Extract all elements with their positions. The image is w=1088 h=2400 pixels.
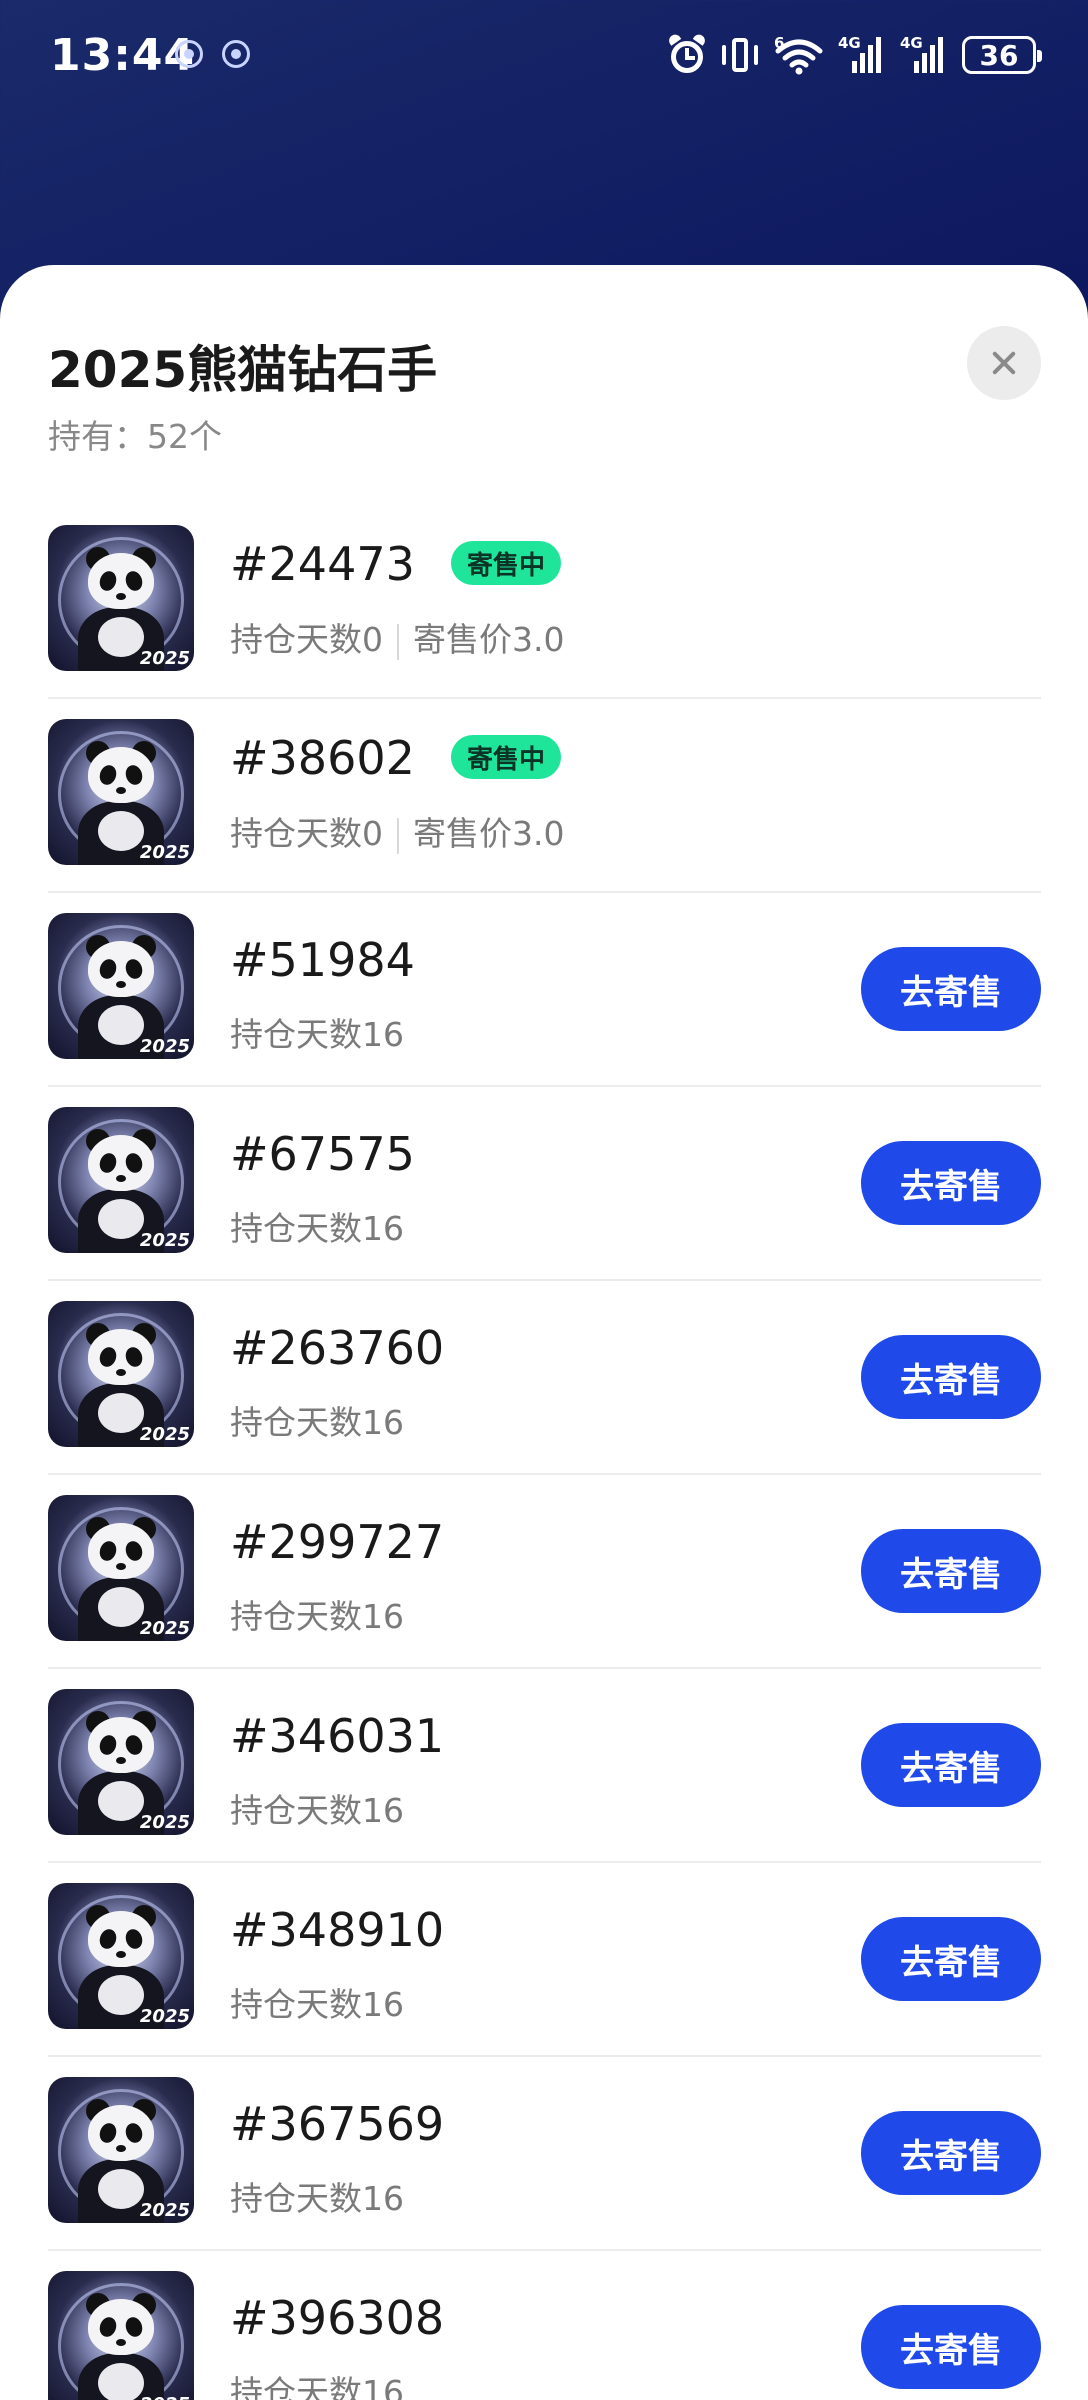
thumbnail-year: 2025 bbox=[139, 2200, 190, 2221]
thumbnail-year: 2025 bbox=[139, 1036, 190, 1057]
signal-icon: 4G bbox=[900, 35, 948, 75]
hold-days: 持仓天数16 bbox=[230, 1403, 404, 1442]
item-id: #24473 bbox=[230, 537, 415, 591]
list-item[interactable]: 2025 #299727 去寄售持仓天数16 bbox=[48, 1475, 1041, 1669]
battery-icon: 36 bbox=[962, 36, 1042, 74]
thumbnail-year: 2025 bbox=[139, 2006, 190, 2027]
hold-days: 持仓天数16 bbox=[230, 2179, 404, 2218]
item-meta: 持仓天数16 bbox=[230, 2366, 404, 2400]
panda-nft-thumbnail: 2025 bbox=[48, 1495, 194, 1641]
close-button[interactable] bbox=[967, 326, 1041, 400]
item-meta: 持仓天数16 bbox=[230, 2172, 404, 2220]
hold-days: 持仓天数16 bbox=[230, 1791, 404, 1830]
status-bar: 13:44 6 4G 4G 36 bbox=[0, 0, 1088, 115]
consign-button[interactable]: 去寄售 bbox=[861, 1335, 1041, 1419]
vibrate-icon bbox=[720, 35, 760, 75]
meta-divider bbox=[397, 623, 399, 660]
thumbnail-year: 2025 bbox=[139, 1230, 190, 1251]
list-item[interactable]: 2025 #38602 寄售中持仓天数0 寄售价3.0 bbox=[48, 699, 1041, 893]
hold-days: 持仓天数16 bbox=[230, 1015, 404, 1054]
item-list: 2025 #24473 寄售中 持仓天数0 寄售价3.0 2025 #38602 寄售中 持仓天… bbox=[48, 505, 1041, 2400]
thumbnail-year: 2025 bbox=[139, 1424, 190, 1445]
item-id: #51984 bbox=[230, 933, 415, 987]
item-id: #367569 bbox=[230, 2097, 445, 2151]
consign-button[interactable]: 去寄售 bbox=[861, 947, 1041, 1031]
notification-icon bbox=[222, 40, 250, 68]
signal-icon: 4G bbox=[838, 35, 886, 75]
list-item[interactable]: 2025 #346031 去寄售持仓天数16 bbox=[48, 1669, 1041, 1863]
consign-price: 寄售价3.0 bbox=[413, 620, 565, 659]
item-id: #396308 bbox=[230, 2291, 445, 2345]
holdings-sheet: 2025熊猫钻石手 持有：52个 2025 #24473 寄售中 持仓天数0 寄售价3.… bbox=[0, 265, 1088, 2400]
panda-nft-thumbnail: 2025 bbox=[48, 525, 194, 671]
item-meta: 持仓天数16 bbox=[230, 1008, 404, 1056]
wifi-icon: 6 bbox=[774, 35, 824, 75]
panda-nft-thumbnail: 2025 bbox=[48, 1689, 194, 1835]
list-item[interactable]: 2025 #396308 去寄售持仓天数16 bbox=[48, 2251, 1041, 2400]
consign-button[interactable]: 去寄售 bbox=[861, 1723, 1041, 1807]
consign-button[interactable]: 去寄售 bbox=[861, 2111, 1041, 2195]
item-id: #348910 bbox=[230, 1903, 445, 1957]
consign-price: 寄售价3.0 bbox=[413, 814, 565, 853]
meta-divider bbox=[397, 817, 399, 854]
panda-nft-thumbnail: 2025 bbox=[48, 1301, 194, 1447]
notification-icon bbox=[175, 40, 203, 68]
wifi-label: 6 bbox=[774, 34, 785, 52]
list-item[interactable]: 2025 #51984 去寄售持仓天数16 bbox=[48, 893, 1041, 1087]
item-id: #263760 bbox=[230, 1321, 445, 1375]
consign-button[interactable]: 去寄售 bbox=[861, 1529, 1041, 1613]
thumbnail-year: 2025 bbox=[139, 648, 190, 669]
panda-nft-thumbnail: 2025 bbox=[48, 913, 194, 1059]
thumbnail-year: 2025 bbox=[139, 1618, 190, 1639]
consign-button[interactable]: 去寄售 bbox=[861, 2305, 1041, 2389]
sheet-title: 2025熊猫钻石手 bbox=[48, 341, 438, 399]
thumbnail-year: 2025 bbox=[139, 842, 190, 863]
panda-nft-thumbnail: 2025 bbox=[48, 2271, 194, 2400]
holding-count: 持有：52个 bbox=[48, 417, 222, 456]
item-id: #346031 bbox=[230, 1709, 445, 1763]
panda-nft-thumbnail: 2025 bbox=[48, 2077, 194, 2223]
thumbnail-year: 2025 bbox=[139, 1812, 190, 1833]
on-sale-badge: 寄售中 bbox=[451, 735, 562, 779]
item-meta: 持仓天数16 bbox=[230, 1590, 404, 1638]
list-item[interactable]: 2025 #24473 寄售中持仓天数0 寄售价3.0 bbox=[48, 505, 1041, 699]
item-id: #67575 bbox=[230, 1127, 415, 1181]
hold-days: 持仓天数0 bbox=[230, 620, 383, 659]
panda-nft-thumbnail: 2025 bbox=[48, 719, 194, 865]
list-item[interactable]: 2025 #367569 去寄售持仓天数16 bbox=[48, 2057, 1041, 2251]
hold-days: 持仓天数16 bbox=[230, 2373, 404, 2400]
item-meta: 持仓天数16 bbox=[230, 1784, 404, 1832]
panda-nft-thumbnail: 2025 bbox=[48, 1883, 194, 2029]
item-meta: 持仓天数16 bbox=[230, 1396, 404, 1444]
thumbnail-year: 2025 bbox=[140, 2394, 190, 2400]
panda-nft-thumbnail: 2025 bbox=[48, 1107, 194, 1253]
on-sale-badge: 寄售中 bbox=[451, 541, 562, 585]
hold-days: 持仓天数16 bbox=[230, 1597, 404, 1636]
status-time: 13:44 bbox=[50, 30, 196, 81]
item-meta: 持仓天数0 寄售价3.0 bbox=[230, 807, 564, 855]
hold-days: 持仓天数16 bbox=[230, 1209, 404, 1248]
item-id: #38602 bbox=[230, 731, 415, 785]
network-label: 4G bbox=[900, 34, 923, 52]
item-meta: 持仓天数0 寄售价3.0 bbox=[230, 613, 564, 661]
hold-days: 持仓天数16 bbox=[230, 1985, 404, 2024]
consign-button[interactable]: 去寄售 bbox=[861, 1141, 1041, 1225]
item-meta: 持仓天数16 bbox=[230, 1202, 404, 1250]
close-icon bbox=[967, 326, 1041, 400]
list-item[interactable]: 2025 #348910 去寄售持仓天数16 bbox=[48, 1863, 1041, 2057]
alarm-icon bbox=[666, 32, 708, 75]
hold-days: 持仓天数0 bbox=[230, 814, 383, 853]
item-meta: 持仓天数16 bbox=[230, 1978, 404, 2026]
list-item[interactable]: 2025 #67575 去寄售持仓天数16 bbox=[48, 1087, 1041, 1281]
item-id: #299727 bbox=[230, 1515, 445, 1569]
network-label: 4G bbox=[838, 34, 861, 52]
list-item[interactable]: 2025 #263760 去寄售持仓天数16 bbox=[48, 1281, 1041, 1475]
consign-button[interactable]: 去寄售 bbox=[861, 1917, 1041, 2001]
